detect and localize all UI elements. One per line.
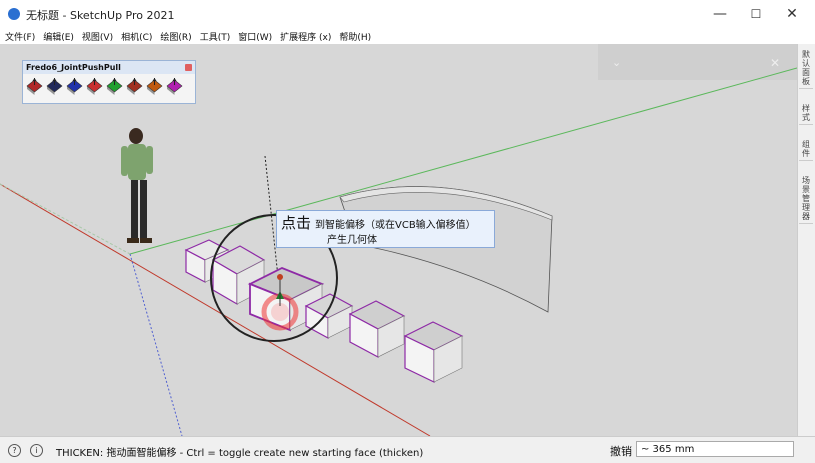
- joint-pushpull-tool-4-icon[interactable]: [86, 78, 103, 96]
- tray-tab-scenes[interactable]: 场景管理器: [799, 174, 813, 224]
- overlay-chevron-icon: ⌄: [612, 56, 621, 69]
- menu-view[interactable]: 视图(V): [77, 28, 116, 43]
- blue-axis-dashed: [129, 253, 183, 436]
- tooltip-line-1: 到智能偏移（或在VCB输入偏移值）: [315, 220, 476, 231]
- measurements-label: 撤销: [610, 445, 632, 458]
- menu-bar: 文件(F) 编辑(E) 视图(V) 相机(C) 绘图(R) 工具(T) 窗口(W) 扩展程序 …: [0, 28, 815, 44]
- joint-pushpull-tool-7-icon[interactable]: [146, 78, 163, 96]
- model-viewport[interactable]: ⌄ ✕ Fredo6_JointPushPull 点击 到智能偏移（或在VCB输…: [0, 44, 797, 436]
- toolbar-title-bar[interactable]: Fredo6_JointPushPull: [23, 61, 195, 74]
- tray-panel: 默认面板 样式 组件 场景管理器: [797, 44, 815, 436]
- menu-tools[interactable]: 工具(T): [195, 28, 234, 43]
- menu-extensions[interactable]: 扩展程序 (x): [275, 28, 334, 43]
- box-5: [348, 300, 406, 359]
- sketchup-app-icon: [8, 8, 20, 20]
- status-message: THICKEN: 拖动面智能偏移 - Ctrl = toggle create …: [56, 448, 424, 459]
- info-icon[interactable]: i: [30, 444, 43, 457]
- menu-camera[interactable]: 相机(C): [116, 28, 155, 43]
- box-6: [403, 321, 464, 383]
- joint-pushpull-tool-3-icon[interactable]: [66, 78, 83, 96]
- measurements-input[interactable]: ~ 365 mm: [636, 441, 794, 457]
- menu-file[interactable]: 文件(F): [0, 28, 38, 43]
- toolbar-close-icon[interactable]: [185, 64, 192, 71]
- view-overlay-panel: [598, 44, 797, 80]
- joint-pushpull-tool-2-icon[interactable]: [46, 78, 63, 96]
- scale-figure: [121, 128, 153, 243]
- tool-tooltip: 点击 到智能偏移（或在VCB输入偏移值） 产生几何体: [276, 210, 495, 248]
- green-axis-dashed: [0, 183, 131, 255]
- joint-pushpull-tool-6-icon[interactable]: [126, 78, 143, 96]
- title-bar: 无标题 - SketchUp Pro 2021 — ☐ ✕: [0, 0, 815, 28]
- menu-draw[interactable]: 绘图(R): [155, 28, 194, 43]
- geolocation-icon[interactable]: ?: [8, 444, 21, 457]
- status-bar: ? i THICKEN: 拖动面智能偏移 - Ctrl = toggle cre…: [0, 436, 815, 463]
- menu-edit[interactable]: 编辑(E): [38, 28, 77, 43]
- maximize-button[interactable]: ☐: [742, 4, 770, 24]
- tooltip-line-2: 产生几何体: [327, 235, 377, 246]
- menu-window[interactable]: 窗口(W): [233, 28, 275, 43]
- toolbar-buttons: [26, 78, 186, 99]
- joint-pushpull-toolbar[interactable]: Fredo6_JointPushPull: [22, 60, 196, 104]
- tray-tab-styles[interactable]: 样式: [799, 102, 813, 125]
- tooltip-heading: 点击: [281, 214, 312, 232]
- tray-tab-default[interactable]: 默认面板: [799, 48, 813, 89]
- tray-tab-components[interactable]: 组件: [799, 138, 813, 161]
- joint-pushpull-tool-1-icon[interactable]: [26, 78, 43, 96]
- joint-pushpull-tool-5-icon[interactable]: [106, 78, 123, 96]
- minimize-button[interactable]: —: [706, 4, 734, 24]
- window-title: 无标题 - SketchUp Pro 2021: [26, 9, 175, 22]
- toolbar-title: Fredo6_JointPushPull: [26, 63, 121, 72]
- close-button[interactable]: ✕: [778, 4, 806, 24]
- overlay-close-icon: ✕: [770, 56, 780, 70]
- joint-pushpull-tool-8-icon[interactable]: [166, 78, 183, 96]
- menu-help[interactable]: 帮助(H): [334, 28, 374, 43]
